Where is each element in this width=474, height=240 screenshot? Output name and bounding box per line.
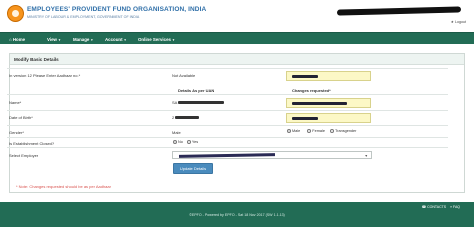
faq-link[interactable]: » FAQ <box>450 205 460 209</box>
chevron-down-icon: ▼ <box>90 37 94 42</box>
establishment-option-no[interactable]: No <box>173 140 183 144</box>
dob-label: Date of Birth* <box>9 115 33 120</box>
establishment-option-label: Yes <box>191 140 199 144</box>
gender-label: Gender* <box>9 130 24 135</box>
site-header: EMPLOYEES' PROVIDENT FUND ORGANISATION, … <box>0 0 474 32</box>
nav-manage-label: Manage <box>73 36 90 42</box>
radio-icon[interactable] <box>287 129 291 133</box>
row-divider <box>7 110 448 111</box>
name-value-prefix: SA <box>172 100 178 105</box>
aadhaar-note: * Note: Changes requested should be as p… <box>16 184 111 189</box>
nav-account-label: Account <box>105 36 123 42</box>
nav-view-label: View <box>47 36 57 42</box>
nav-manage[interactable]: Manage▼ <box>73 37 93 42</box>
epfo-logo <box>7 5 24 22</box>
name-label: Name* <box>9 100 22 105</box>
footer-copyright: ©EPFO - Powered by EPFO - Sat 18 Nov 201… <box>189 213 285 217</box>
update-details-button[interactable]: Update Details <box>173 163 213 174</box>
redacted-user-info <box>336 6 462 16</box>
org-subtitle: MINISTRY OF LABOUR & EMPLOYMENT, GOVERNM… <box>27 15 140 19</box>
nav-online-services-label: Online Services <box>138 36 171 42</box>
column-header-changes: Changes requested* <box>292 88 331 93</box>
aadhaar-current-value: Not Available <box>172 73 196 78</box>
chevron-down-icon: ▼ <box>57 37 61 42</box>
contacts-link[interactable]: ☎ CONTACTS <box>422 205 446 209</box>
redacted-value <box>292 75 318 78</box>
redacted-value <box>292 117 318 120</box>
panel-header: Modify Basic Details <box>10 54 464 65</box>
employer-label: Select Employer <box>9 153 39 158</box>
establishment-option-label: No <box>178 140 183 144</box>
gender-option-label: Male <box>292 129 301 133</box>
dob-input[interactable] <box>286 113 371 123</box>
name-current-value: SA <box>172 100 225 105</box>
establishment-label: Is Establishment Closed? <box>9 141 55 146</box>
redacted-value <box>178 153 276 158</box>
column-header-per-uan: Details As per UAN <box>178 88 215 93</box>
nav-view[interactable]: View▼ <box>47 37 61 42</box>
radio-icon[interactable] <box>173 140 177 144</box>
logout-link[interactable]: ★ Logout <box>451 20 466 24</box>
aadhaar-label: In version 12 Please Enter Aadhaar no.* <box>9 73 81 78</box>
establishment-radio-group: No Yes <box>173 140 198 144</box>
radio-icon[interactable] <box>307 129 312 133</box>
gender-option-label: Transgender <box>335 129 357 133</box>
org-name: EMPLOYEES' PROVIDENT FUND ORGANISATION, … <box>27 6 207 13</box>
dob-value-prefix: 2 <box>172 115 175 120</box>
row-divider <box>7 94 448 95</box>
row-divider <box>7 147 448 148</box>
gender-option-label: Female <box>312 129 325 133</box>
main-navbar: ⌂ Home View▼ Manage▼ Account▼ Online Ser… <box>0 32 474 44</box>
panel-title: Modify Basic Details <box>14 57 59 62</box>
establishment-option-yes[interactable]: Yes <box>186 140 199 144</box>
row-divider <box>7 137 448 138</box>
gender-option-transgender[interactable]: Transgender <box>330 129 356 133</box>
redacted-value <box>175 116 200 120</box>
redacted-value <box>292 102 347 105</box>
nav-online-services[interactable]: Online Services▼ <box>138 37 175 42</box>
header-links: ★ Logout <box>447 20 466 24</box>
row-divider <box>7 125 448 126</box>
aadhaar-input[interactable] <box>286 71 371 81</box>
chevron-down-icon: ▼ <box>171 37 175 42</box>
site-footer: ☎ CONTACTS » FAQ ©EPFO - Powered by EPFO… <box>0 202 474 227</box>
gender-radio-group: Male Female Transgender <box>287 129 356 133</box>
gender-option-male[interactable]: Male <box>287 129 300 133</box>
chevron-down-icon: ▼ <box>123 37 127 42</box>
chevron-down-icon: ▼ <box>364 153 368 158</box>
footer-links: ☎ CONTACTS » FAQ <box>419 205 460 209</box>
radio-icon[interactable] <box>186 140 191 144</box>
name-input[interactable] <box>286 98 371 108</box>
employer-select[interactable]: ▼ <box>172 151 372 159</box>
gender-current-value: Male <box>172 130 181 135</box>
redacted-value <box>178 101 225 105</box>
nav-home[interactable]: ⌂ Home <box>9 37 25 42</box>
dob-current-value: 2 <box>172 115 200 120</box>
row-divider <box>7 68 448 69</box>
nav-account[interactable]: Account▼ <box>105 37 127 42</box>
gender-option-female[interactable]: Female <box>307 129 325 133</box>
nav-home-label: ⌂ Home <box>9 36 26 42</box>
radio-icon[interactable] <box>330 129 335 133</box>
